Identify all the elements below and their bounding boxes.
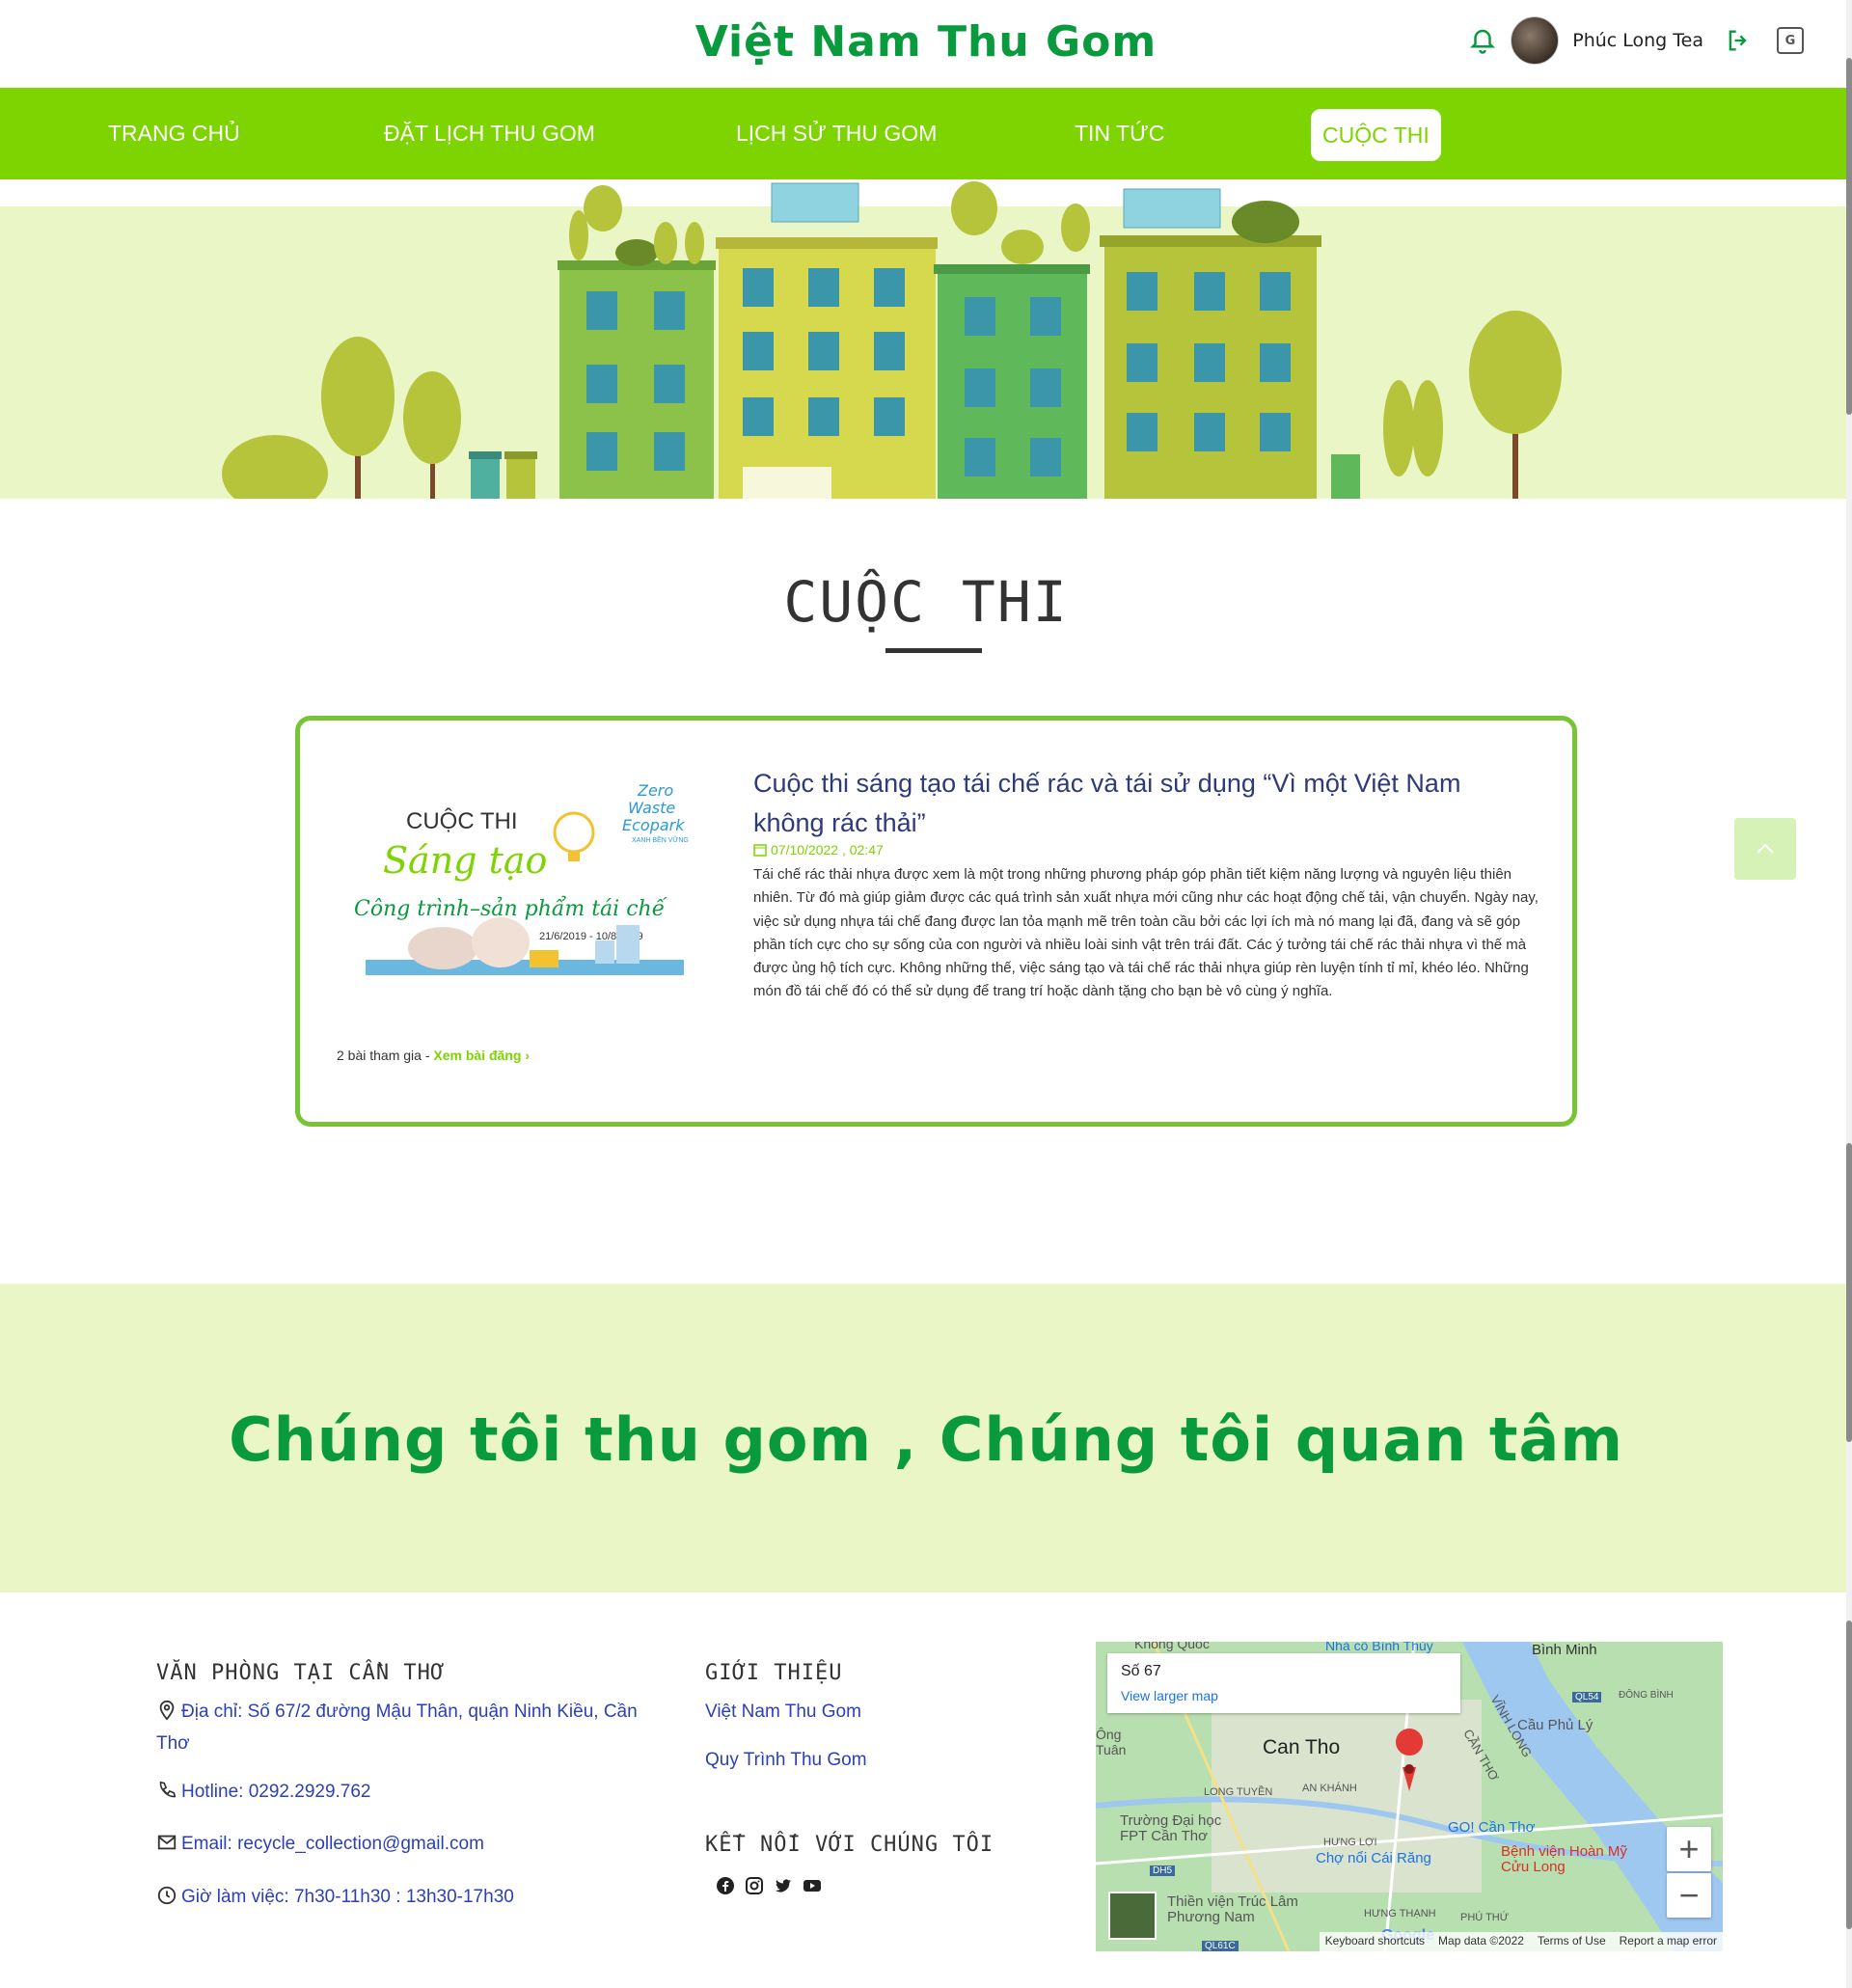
nav-item-contest[interactable]: CUỘC THI	[1311, 109, 1441, 161]
map-label-ankhanh: AN KHÁNH	[1302, 1783, 1357, 1794]
map-zoom-out-button[interactable]: −	[1667, 1873, 1711, 1918]
city-illustration	[0, 181, 1852, 499]
map-label-ongtuan: Ông Tuân	[1096, 1727, 1127, 1757]
map-label-hoanmy: Bệnh viện Hoàn Mỹ Cửu Long	[1501, 1843, 1627, 1875]
mail-icon	[157, 1835, 177, 1850]
about-heading: GIỚI THIỆU	[705, 1661, 843, 1685]
top-header: Việt Nam Thu Gom Phúc Long Tea G	[0, 0, 1852, 88]
slogan-text: Chúng tôi thu gom , Chúng tôi quan tâm	[229, 1404, 1623, 1475]
scrollbar-thumb-top[interactable]	[1846, 58, 1852, 415]
map-data-text: Map data ©2022	[1438, 1934, 1524, 1947]
slogan-section: Chúng tôi thu gom , Chúng tôi quan tâm	[0, 1284, 1852, 1593]
map-place-title: Số 67	[1121, 1663, 1161, 1679]
about-link-site[interactable]: Việt Nam Thu Gom	[705, 1702, 861, 1723]
address: Địa chỉ: Số 67/2 đường Mậu Thân, quận Ni…	[156, 1696, 639, 1759]
participants-count: 2 bài tham gia	[337, 1048, 422, 1063]
avatar[interactable]	[1511, 16, 1560, 65]
phone-icon	[159, 1781, 177, 1798]
social-links	[716, 1876, 822, 1895]
scrollbar-thumb-middle[interactable]	[1846, 1143, 1852, 1442]
user-name[interactable]: Phúc Long Tea	[1572, 30, 1703, 51]
title-underline	[885, 648, 982, 653]
map-label-ql54: QL54	[1572, 1692, 1602, 1702]
map-label-hungloi: HƯNG LỢI	[1323, 1837, 1377, 1848]
logout-icon[interactable]	[1725, 27, 1752, 54]
map-label-nhaco: Nhà cổ Bình Thủy	[1325, 1642, 1433, 1653]
contest-card[interactable]: CUỘC THI Sáng tạo Công trình–sản phẩm tá…	[295, 716, 1577, 1127]
nav-item-history[interactable]: LỊCH SỬ THU GOM	[736, 88, 937, 179]
facebook-icon[interactable]	[716, 1876, 735, 1895]
email-text: Email: recycle_collection@gmail.com	[181, 1834, 484, 1854]
email: Email: recycle_collection@gmail.com	[156, 1828, 484, 1860]
map-label-fpt: Trường Đại học FPT Cần Thơ	[1120, 1812, 1222, 1844]
hotline: Hotline: 0292.2929.762	[156, 1776, 371, 1808]
address-text: Địa chỉ: Số 67/2 đường Mậu Thân, quận Ni…	[156, 1702, 638, 1754]
thumb-quote-word: Sáng tạo	[383, 839, 547, 882]
hours: Giờ làm việc: 7h30-11h30 : 13h30-17h30	[156, 1881, 514, 1913]
map-label-cauphuly: Cầu Phủ Lý	[1517, 1717, 1593, 1733]
map-label-dh5: DH5	[1150, 1865, 1176, 1876]
map-zoom-in-button[interactable]: +	[1667, 1827, 1711, 1871]
map-label-phuthu: PHÚ THỨ	[1460, 1912, 1510, 1923]
about-link-process[interactable]: Quy Trình Thu Gom	[705, 1750, 867, 1771]
report-error-link[interactable]: Report a map error	[1620, 1934, 1717, 1949]
google-map[interactable]: Số 67 View larger map Can Tho Bình Minh …	[1096, 1642, 1723, 1951]
page-scrollbar[interactable]	[1846, 0, 1852, 1988]
instagram-icon[interactable]	[745, 1876, 764, 1895]
twitter-icon[interactable]	[774, 1876, 793, 1895]
footer-separator: -	[421, 1048, 434, 1063]
contest-title[interactable]: Cuộc thi sáng tạo tái chế rác và tái sử …	[753, 764, 1535, 843]
contest-date-text: 07/10/2022 , 02:47	[771, 842, 884, 858]
map-label-chonoi: Chợ nổi Cái Răng	[1316, 1850, 1431, 1866]
youtube-icon[interactable]	[803, 1876, 822, 1895]
map-label-cantho: Can Tho	[1263, 1736, 1341, 1758]
terms-link[interactable]: Terms of Use	[1538, 1934, 1606, 1949]
translate-icon[interactable]: G	[1777, 27, 1804, 54]
hotline-text: Hotline: 0292.2929.762	[181, 1782, 371, 1802]
contest-thumbnail[interactable]: CUỘC THI Sáng tạo Công trình–sản phẩm tá…	[337, 769, 703, 995]
hero-banner	[0, 179, 1852, 499]
map-label-khongquoc: Không Quốc	[1134, 1642, 1210, 1651]
map-attribution: Keyboard shortcuts Map data ©2022 Terms …	[1319, 1932, 1723, 1951]
map-label-binhminh: Bình Minh	[1532, 1642, 1597, 1658]
map-label-ql61c: QL61C	[1202, 1941, 1239, 1951]
contest-description: Tái chế rác thải nhựa được xem là một tr…	[753, 866, 1539, 1000]
bell-icon[interactable]	[1468, 26, 1497, 55]
map-label-dongbinh: ĐÔNG BÌNH	[1619, 1690, 1674, 1701]
thumb-logo-line2: Waste	[628, 799, 675, 817]
view-larger-map-link[interactable]: View larger map	[1121, 1688, 1218, 1703]
calendar-icon	[753, 844, 767, 857]
thumb-heading: CUỘC THI	[406, 807, 518, 834]
map-label-longtuyen: LONG TUYỀN	[1204, 1786, 1273, 1798]
hours-text: Giờ làm việc: 7h30-11h30 : 13h30-17h30	[181, 1887, 514, 1907]
thumb-logo-line1: Zero	[637, 781, 673, 800]
user-area: Phúc Long Tea G	[1468, 16, 1804, 65]
back-to-top-button[interactable]	[1734, 818, 1796, 880]
section-title: CUỘC THI	[783, 569, 1069, 635]
view-posts-link[interactable]: Xem bài đăng ›	[433, 1048, 530, 1063]
map-label-go: GO! Cần Thơ	[1448, 1819, 1536, 1836]
chevron-up-icon	[1757, 844, 1774, 854]
location-icon	[159, 1700, 175, 1721]
keyboard-shortcuts-link[interactable]: Keyboard shortcuts	[1325, 1934, 1425, 1949]
contest-footer: 2 bài tham gia - Xem bài đăng ›	[337, 1048, 530, 1063]
map-place-card: Số 67 View larger map	[1107, 1653, 1460, 1713]
contest-date: 07/10/2022 , 02:47	[753, 842, 884, 858]
main-nav: TRANG CHỦ ĐẶT LỊCH THU GOM LỊCH SỬ THU G…	[0, 88, 1852, 179]
connect-heading: KẾT NỐI VỚI CHÚNG TÔI	[705, 1833, 994, 1857]
scrollbar-thumb-bottom[interactable]	[1846, 1620, 1852, 1929]
nav-item-news[interactable]: TIN TỨC	[1075, 88, 1164, 179]
clock-icon	[157, 1886, 177, 1905]
nav-item-schedule[interactable]: ĐẶT LỊCH THU GOM	[384, 88, 595, 179]
thumb-sub: Công trình–sản phẩm tái chế	[354, 894, 667, 921]
thumb-logo-line3: Ecopark	[622, 816, 685, 834]
map-label-hungthanh: HƯNG THẠNH	[1364, 1908, 1436, 1920]
map-label-thienvien: Thiền viện Trúc Lâm Phương Nam	[1167, 1893, 1298, 1925]
office-heading: VĂN PHÒNG TẠI CẦN THƠ	[156, 1661, 446, 1685]
nav-item-home[interactable]: TRANG CHỦ	[108, 88, 240, 179]
